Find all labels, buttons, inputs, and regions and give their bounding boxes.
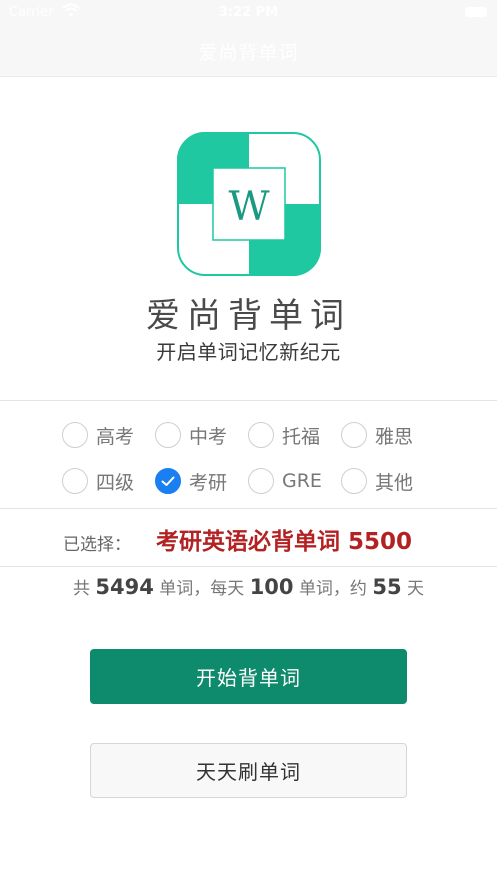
app-name: 爱尚背单词 [146, 296, 351, 336]
battery-icon [465, 7, 487, 17]
option-label: 高考 [96, 425, 135, 448]
nav-title: 爱尚背单词 [198, 42, 299, 64]
radio-circle[interactable] [248, 422, 274, 448]
radio-circle[interactable] [341, 422, 367, 448]
checkmark-icon [161, 476, 175, 486]
summary-text: 单词，每天 [159, 579, 245, 599]
option-label: 托福 [282, 425, 321, 448]
option-label: GRE [282, 470, 322, 492]
option-gre[interactable]: GRE [248, 465, 322, 497]
clock: 3:22 PM [218, 5, 279, 20]
total-days: 55 [372, 575, 402, 599]
option-other[interactable]: 其他 [341, 465, 413, 497]
option-label: 考研 [189, 471, 228, 494]
nav-bar: 爱尚背单词 [0, 26, 497, 77]
start-learning-button[interactable]: 开始背单词 [90, 649, 407, 704]
selected-book-name: 考研英语必背单词 5500 [156, 529, 413, 555]
option-label: 中考 [189, 425, 228, 448]
radio-circle[interactable] [248, 468, 274, 494]
summary-text: 共 [73, 579, 91, 599]
plan-summary: 共 5494 单词，每天 100 单词，约 55 天 [0, 574, 497, 599]
divider [0, 508, 497, 509]
summary-text: 天 [406, 579, 424, 599]
radio-circle[interactable] [341, 468, 367, 494]
option-label: 其他 [375, 471, 414, 494]
divider [0, 566, 497, 567]
logo-letter: W [228, 184, 269, 230]
slogan: 开启单词记忆新纪元 [156, 340, 341, 364]
daily-review-button[interactable]: 天天刷单词 [90, 743, 407, 798]
daily-words: 100 [249, 575, 294, 599]
option-ielts[interactable]: 雅思 [341, 419, 413, 451]
option-cet4[interactable]: 四级 [62, 465, 134, 497]
status-bar: Carrier 3:22 PM [0, 0, 497, 26]
summary-text: 单词，约 [298, 579, 367, 599]
option-gaokao[interactable]: 高考 [62, 419, 134, 451]
option-kaoyan[interactable]: 考研 [155, 465, 227, 497]
option-zhongkao[interactable]: 中考 [155, 419, 227, 451]
radio-circle[interactable] [155, 422, 181, 448]
radio-circle-checked[interactable] [155, 468, 181, 494]
option-toefl[interactable]: 托福 [248, 419, 320, 451]
option-label: 雅思 [375, 425, 414, 448]
radio-circle[interactable] [62, 422, 88, 448]
selection-prefix: 已选择： [63, 535, 131, 555]
divider [0, 400, 497, 401]
total-words: 5494 [95, 575, 154, 599]
app-logo: W [177, 132, 321, 276]
radio-circle[interactable] [62, 468, 88, 494]
option-label: 四级 [96, 471, 135, 494]
